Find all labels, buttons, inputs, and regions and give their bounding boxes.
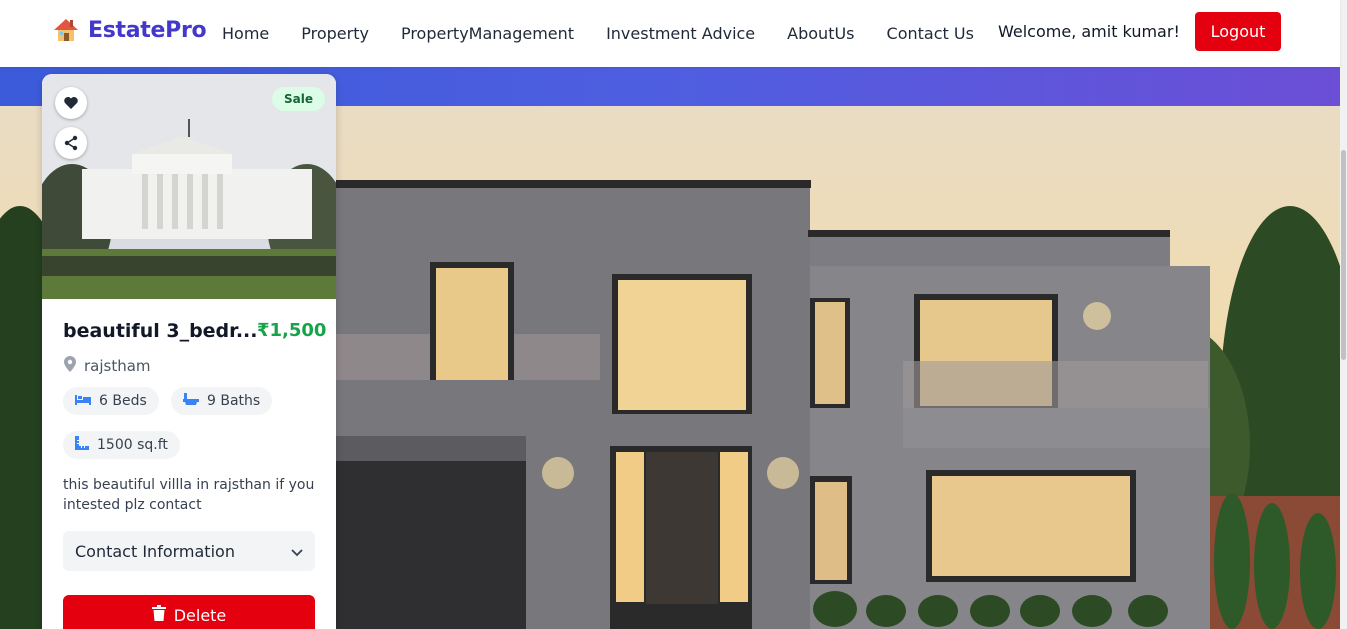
nav-investment-advice[interactable]: Investment Advice xyxy=(606,24,755,43)
baths-text: 9 Baths xyxy=(207,393,261,409)
bath-icon xyxy=(183,392,199,410)
chevron-down-icon xyxy=(291,542,303,561)
nav-contact-us[interactable]: Contact Us xyxy=(887,24,974,43)
area-text: 1500 sq.ft xyxy=(97,437,168,453)
location-row: rajstham xyxy=(64,356,151,376)
bed-icon xyxy=(75,393,91,409)
nav-about-us[interactable]: AboutUs xyxy=(787,24,854,43)
top-navbar: EstatePro Home Property PropertyManageme… xyxy=(0,0,1340,67)
scrollbar-thumb[interactable] xyxy=(1341,150,1346,360)
delete-button[interactable]: Delete xyxy=(63,595,315,629)
beds-chip: 6 Beds xyxy=(63,387,159,415)
property-price: ₹1,500 xyxy=(257,320,327,341)
logout-button[interactable]: Logout xyxy=(1195,12,1281,51)
area-chip: 1500 sq.ft xyxy=(63,431,180,459)
nav-home[interactable]: Home xyxy=(222,24,269,43)
ruler-icon xyxy=(75,436,89,454)
share-icon[interactable] xyxy=(55,127,87,159)
welcome-message: Welcome, amit kumar! xyxy=(998,22,1180,41)
beds-text: 6 Beds xyxy=(99,393,147,409)
property-title: beautiful 3_bedr... xyxy=(63,320,258,342)
brand-name: EstatePro xyxy=(88,17,207,43)
map-pin-icon xyxy=(64,356,76,376)
property-description: this beautiful villla in rajsthan if you… xyxy=(63,477,315,513)
baths-chip: 9 Baths xyxy=(171,387,273,415)
contact-information-toggle[interactable]: Contact Information xyxy=(63,531,315,571)
location-text: rajstham xyxy=(84,357,151,375)
brand-logo[interactable]: EstatePro xyxy=(52,16,207,44)
nav-links: Home Property PropertyManagement Investm… xyxy=(222,0,1006,67)
nav-property[interactable]: Property xyxy=(301,24,369,43)
trash-icon xyxy=(151,605,166,625)
house-icon xyxy=(52,16,80,44)
favorite-heart-icon[interactable] xyxy=(55,87,87,119)
nav-property-management[interactable]: PropertyManagement xyxy=(401,24,574,43)
sale-badge: Sale xyxy=(272,87,325,111)
contact-information-label: Contact Information xyxy=(75,541,235,561)
delete-label: Delete xyxy=(173,605,227,625)
property-card: Sale beautiful 3_bedr... ₹1,500 rajstham… xyxy=(42,74,336,629)
property-image[interactable]: Sale xyxy=(42,74,336,299)
